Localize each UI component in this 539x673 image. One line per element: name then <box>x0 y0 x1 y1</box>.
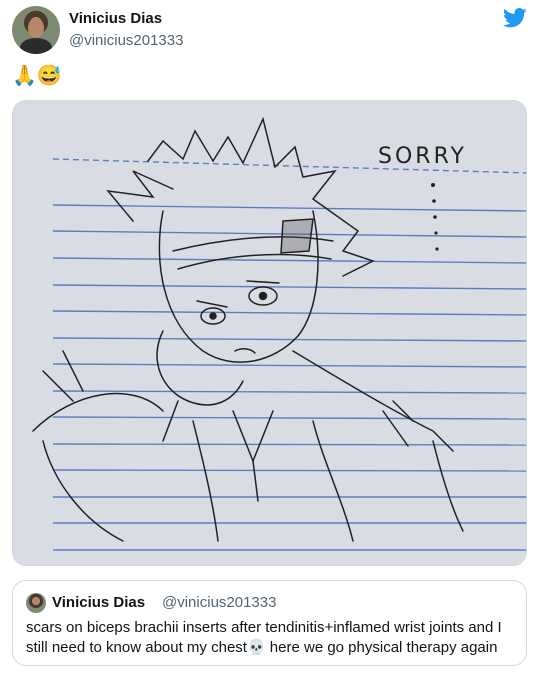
avatar-shirt <box>20 38 52 54</box>
notebook-drawing: SORRY <box>13 101 526 565</box>
author-handle[interactable]: @vinicius201333 <box>69 32 183 49</box>
tweet-text: 🙏😅 <box>12 65 62 87</box>
quoted-tweet-text: scars on biceps brachii inserts after te… <box>26 619 502 656</box>
tweet-image[interactable]: SORRY <box>12 100 527 566</box>
avatar[interactable] <box>12 6 60 54</box>
avatar-face <box>28 18 44 38</box>
quoted-tweet[interactable]: Vinicius Dias @vinicius201333 scars on b… <box>12 580 527 666</box>
quoted-author-handle[interactable]: @vinicius201333 <box>162 594 276 611</box>
author-name[interactable]: Vinicius Dias <box>69 10 162 27</box>
quoted-avatar[interactable] <box>26 593 46 613</box>
twitter-bird-icon[interactable] <box>503 8 527 28</box>
tweet-card: Vinicius Dias @vinicius201333 🙏😅 SORRY V… <box>0 0 539 673</box>
drawing-sorry-text: SORRY <box>378 144 467 169</box>
tweet-header: Vinicius Dias @vinicius201333 <box>12 6 527 56</box>
quoted-author-name[interactable]: Vinicius Dias <box>52 594 145 611</box>
